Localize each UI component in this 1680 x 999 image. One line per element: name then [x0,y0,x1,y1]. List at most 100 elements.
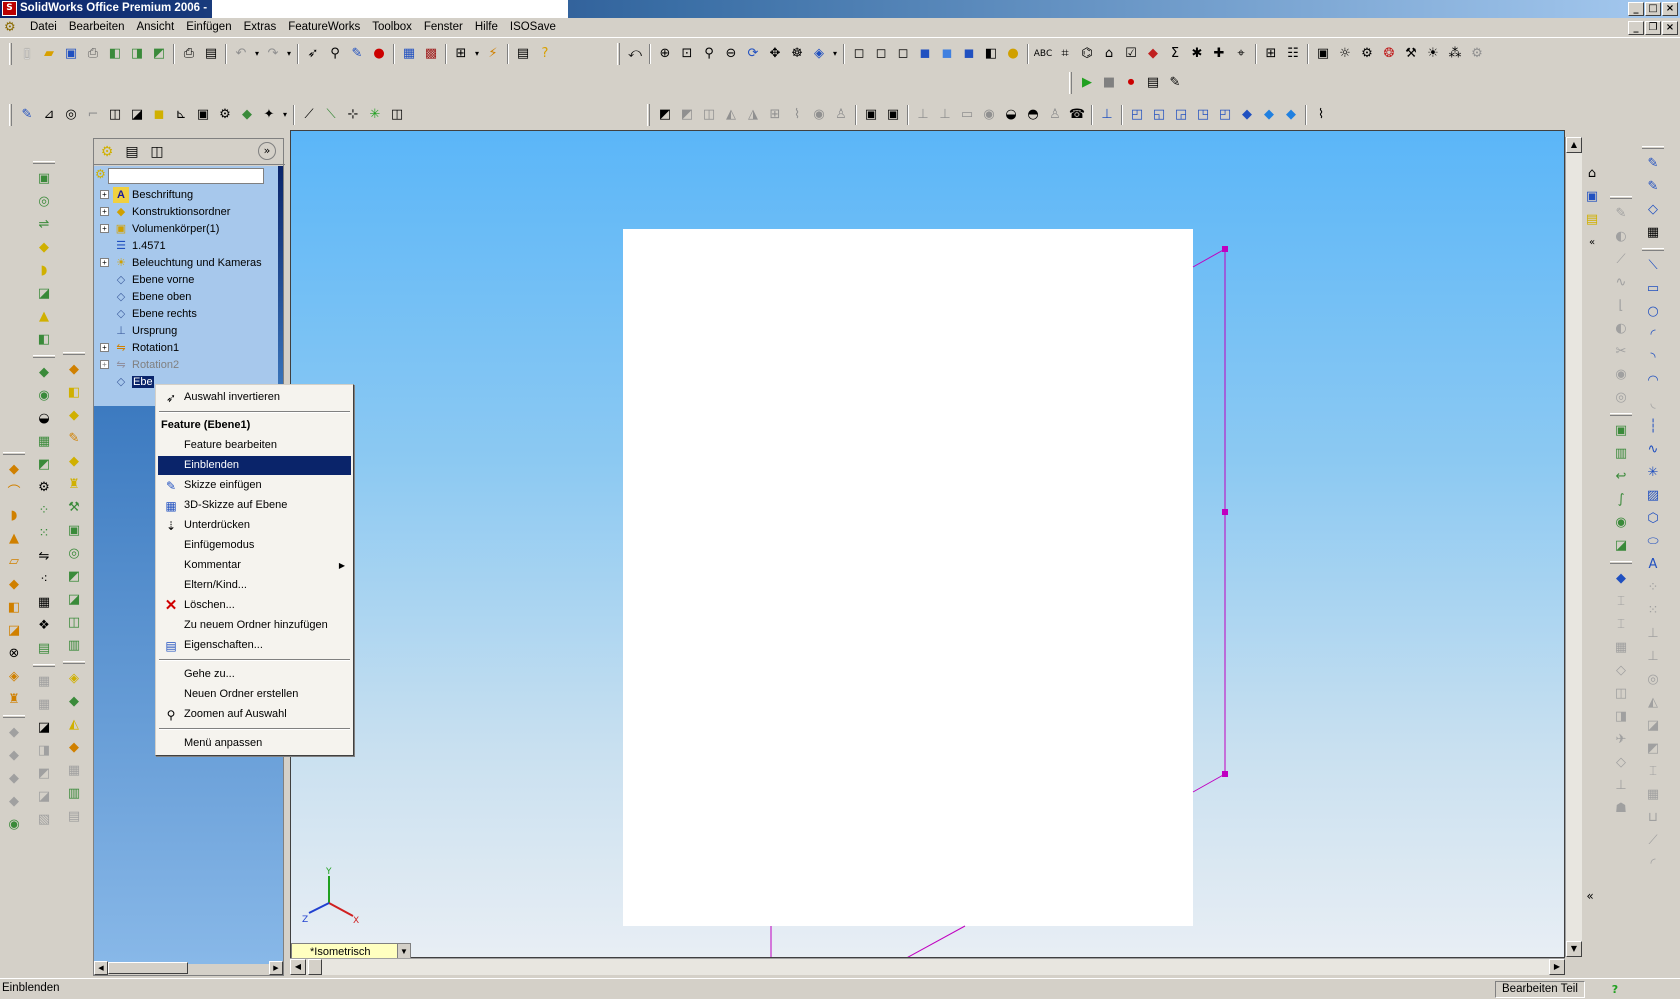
r2-16-icon[interactable]: ▦ [1643,785,1663,805]
tool-1-icon[interactable]: ⌗ [1055,44,1075,64]
extrude-icon[interactable]: ▣ [34,169,54,189]
surface-11-icon[interactable]: ◪ [64,590,84,610]
tree-item[interactable]: ◇ Ebene rechts [100,305,197,322]
tool-8-icon[interactable]: ⌖ [1231,44,1251,64]
arc-icon[interactable]: ◜ [1643,325,1663,345]
mold-7-icon[interactable]: ▧ [34,810,54,830]
menu-0[interactable]: Datei [24,21,63,33]
plane-edge-top[interactable] [1192,248,1226,268]
surface-8-icon[interactable]: ▣ [64,521,84,541]
tree-scroll-right-button[interactable]: ▶ [269,961,283,975]
measure-icon[interactable]: ⊞ [451,44,471,64]
close-button[interactable]: × [1662,2,1678,16]
r1-13-icon[interactable]: ∫ [1611,490,1631,510]
zoom-in-out-icon[interactable]: ⚲ [699,44,719,64]
3d-sketch-icon[interactable]: ✎ [17,105,37,125]
r1-16-icon[interactable]: ◆ [1611,569,1631,589]
tool-7-icon[interactable]: ✚ [1209,44,1229,64]
view-left-icon[interactable]: ◲ [1171,105,1191,125]
revolve-feature-icon[interactable]: ◎ [34,192,54,212]
sketch-tool-1-icon[interactable]: ◎ [61,105,81,125]
menu-item-edit-feature[interactable]: Feature bearbeiten [158,436,351,455]
surface-3-icon[interactable]: ◆ [64,406,84,426]
surface-2-icon[interactable]: ◧ [64,383,84,403]
zoom-area-icon[interactable]: ⊡ [677,44,697,64]
tree-item[interactable]: + ▣ Volumenkörper(1) [100,220,219,237]
zoom-to-fit-icon[interactable]: ⊕ [655,44,675,64]
menu-2[interactable]: Ansicht [130,21,180,33]
view-dimetric-icon[interactable]: ◆ [1281,105,1301,125]
surface-12-icon[interactable]: ◫ [64,613,84,633]
menu-item-new-folder[interactable]: Neuen Ordner erstellen [158,685,351,704]
tree-item[interactable]: ◇ Ebene oben [100,288,192,305]
menu-7[interactable]: Fenster [418,21,469,33]
r1-15-icon[interactable]: ◪ [1611,536,1631,556]
r1-25-icon[interactable]: ⊥ [1611,776,1631,796]
rotate-icon[interactable]: ⟳ [743,44,763,64]
circle-icon[interactable]: ○ [1643,302,1663,322]
previous-view-icon[interactable]: ⤺ [625,44,645,64]
r2-3-icon[interactable]: ◇ [1643,200,1663,220]
point-icon[interactable]: ✳ [1643,463,1663,483]
r1-17-icon[interactable]: ⌶ [1611,592,1631,612]
cosmetic-thread-icon[interactable]: ▤ [34,639,54,659]
weld-2-icon[interactable]: ⌒ [4,483,24,503]
tree-item[interactable]: ◇ Ebe [100,373,154,390]
tree-item[interactable]: ⊥ Ursprung [100,322,177,339]
r1-20-icon[interactable]: ◇ [1611,661,1631,681]
polygon-icon[interactable]: ⬡ [1643,509,1663,529]
sketch-tool-5-icon[interactable]: ◼ [149,105,169,125]
redo-dropdown-icon[interactable]: ▾ [285,44,293,64]
menu-item-delete[interactable]: ✕ Löschen... [158,596,351,615]
weld-3-icon[interactable]: ◗ [4,506,24,526]
shell-icon[interactable]: ◧ [34,330,54,350]
doc-minimize-button[interactable]: _ [1628,21,1644,35]
r2-9-icon[interactable]: ⊥ [1643,624,1663,644]
wireframe-icon[interactable]: ◻ [849,44,869,64]
tool-10-icon[interactable]: ☷ [1283,44,1303,64]
menu-item-3d-sketch[interactable]: ▦ 3D-Skizze auf Ebene [158,496,351,515]
open-icon[interactable]: ▰ [39,44,59,64]
tool-5-icon[interactable]: ◆ [1143,44,1163,64]
view-right-icon[interactable]: ◳ [1193,105,1213,125]
horizontal-scrollbar[interactable]: ◀ ▶ [290,958,1565,975]
undo-icon[interactable]: ↶ [231,44,251,64]
reference-5-icon[interactable]: ◫ [387,105,407,125]
sm-14-icon[interactable]: ▭ [957,105,977,125]
r2-13-icon[interactable]: ◪ [1643,716,1663,736]
menu-item-insert-mode[interactable]: Einfügemodus [158,536,351,555]
plane-handle-top[interactable] [1222,246,1228,252]
view-back-icon[interactable]: ◱ [1149,105,1169,125]
redo-icon[interactable]: ↷ [263,44,283,64]
selection-filter-icon[interactable]: ⚲ [325,44,345,64]
save-icon[interactable]: ▣ [61,44,81,64]
sm-8-icon[interactable]: ◉ [809,105,829,125]
hole-icon[interactable]: ◉ [34,386,54,406]
options-icon[interactable]: ◩ [149,44,169,64]
weld-9-icon[interactable]: ⊗ [4,644,24,664]
sm-10-icon[interactable]: ▣ [861,105,881,125]
plane-edge-front[interactable] [901,925,966,958]
surface-13-icon[interactable]: ▥ [64,636,84,656]
sm-12-icon[interactable]: ⊥ [913,105,933,125]
sm-11-icon[interactable]: ▣ [883,105,903,125]
dome-icon[interactable]: ◒ [34,409,54,429]
weld-13-icon[interactable]: ◆ [4,746,24,766]
shadows-icon[interactable]: ◼ [959,44,979,64]
doc-restore-button[interactable]: ❐ [1645,21,1661,35]
graphics-area[interactable]: Y X Z [290,130,1565,958]
tree-item[interactable]: ◇ Ebene vorne [100,271,195,288]
expand-toggle-icon[interactable]: + [100,207,109,216]
weld-14-icon[interactable]: ◆ [4,769,24,789]
rebuild-icon[interactable]: ⚡ [483,44,503,64]
surface-4-icon[interactable]: ✎ [64,429,84,449]
menu-6[interactable]: Toolbox [366,21,418,33]
reference-4-icon[interactable]: ✳ [365,105,385,125]
r2-18-icon[interactable]: ⟋ [1643,831,1663,851]
help-status-icon[interactable]: ? [1605,981,1625,998]
mold-5-icon[interactable]: ◩ [34,764,54,784]
measure-tool-icon[interactable]: ⌇ [1311,105,1331,125]
r2-19-icon[interactable]: ◜ [1643,854,1663,874]
3pt-arc-icon[interactable]: ◠ [1643,371,1663,391]
menu-item-add-to-folder[interactable]: Zu neuem Ordner hinzufügen [158,616,351,635]
